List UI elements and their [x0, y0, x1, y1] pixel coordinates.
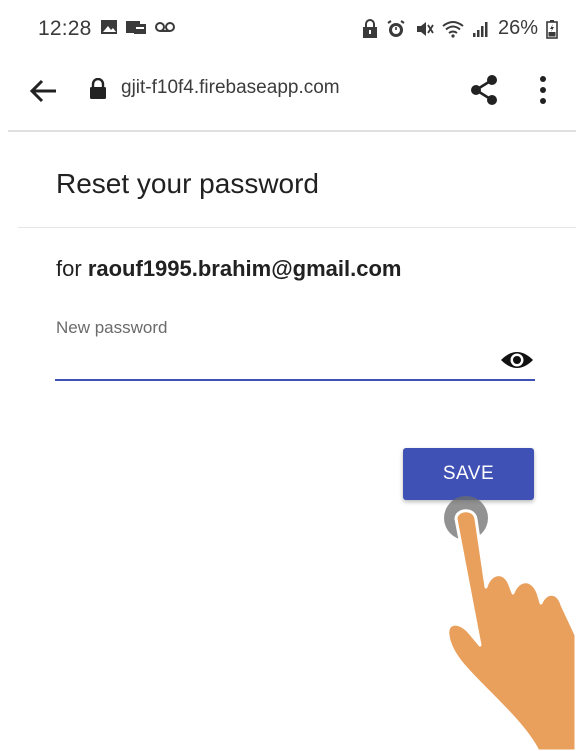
title-divider	[18, 227, 576, 228]
share-icon[interactable]	[468, 73, 500, 107]
battery-icon	[546, 19, 558, 39]
url-bar[interactable]: gjit-f10f4.firebaseapp.com	[121, 77, 340, 99]
status-bar: 12:28 26%	[0, 0, 576, 58]
signal-icon	[472, 21, 488, 37]
password-field-underline	[55, 379, 535, 381]
lock-notification-icon	[362, 18, 377, 38]
status-left-icons	[100, 18, 176, 36]
battery-percent: 26%	[497, 17, 538, 39]
status-right-icons: 26%	[362, 17, 558, 40]
back-arrow-icon[interactable]	[28, 75, 60, 107]
lock-icon[interactable]	[89, 78, 107, 100]
status-time: 12:28	[38, 17, 92, 40]
account-line: for raouf1995.brahim@gmail.com	[56, 256, 401, 282]
page-title: Reset your password	[56, 168, 320, 199]
mute-icon	[416, 21, 434, 36]
more-vert-icon[interactable]	[537, 74, 549, 106]
voicemail-icon	[155, 22, 175, 32]
sim-icon	[126, 21, 146, 34]
new-password-input[interactable]	[55, 342, 535, 380]
browser-toolbar: gjit-f10f4.firebaseapp.com	[0, 58, 576, 130]
save-button[interactable]: SAVE	[403, 448, 534, 500]
for-prefix: for	[56, 256, 82, 281]
new-password-label: New password	[56, 318, 168, 337]
account-email: raouf1995.brahim@gmail.com	[87, 256, 402, 281]
image-icon	[101, 20, 117, 34]
eye-icon[interactable]	[500, 348, 534, 372]
browser-divider	[8, 130, 576, 132]
wifi-icon	[442, 20, 464, 38]
pointing-hand-icon	[446, 509, 576, 751]
alarm-icon	[387, 19, 405, 37]
